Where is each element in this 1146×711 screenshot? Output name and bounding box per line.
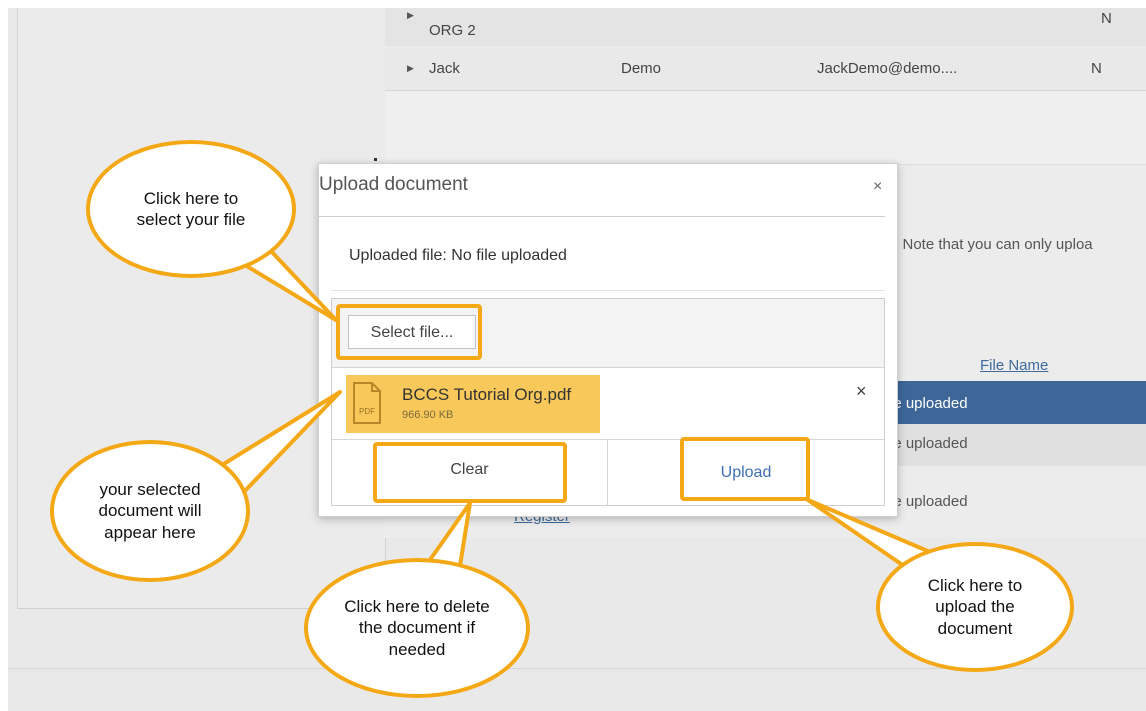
first-name-cell: Jack <box>429 60 460 77</box>
decorative-dot <box>374 158 377 161</box>
table-row[interactable]: ▶ ORG 2 N <box>385 8 1146 46</box>
table-cell: le uploaded <box>890 435 968 452</box>
pdf-file-icon: PDF <box>353 382 381 424</box>
last-name-cell: Demo <box>621 60 662 77</box>
callout-text: Click here to upload the document <box>927 576 1023 638</box>
highlight-clear <box>373 442 567 503</box>
email-cell: JackDemo@demo.... <box>817 60 958 77</box>
highlight-select-file <box>336 304 482 360</box>
upload-note-text: t. Note that you can only uploa <box>890 236 1093 253</box>
file-size: 966.90 KB <box>402 409 454 421</box>
expand-triangle-icon[interactable]: ▶ <box>407 63 414 74</box>
file-name: BCCS Tutorial Org.pdf <box>402 385 572 404</box>
table-row[interactable]: ▶ Jack Demo JackDemo@demo.... N <box>385 48 1146 91</box>
callout-text: your selected document will appear here <box>98 480 202 542</box>
status-divider <box>331 290 885 291</box>
callout-selected-document: your selected document will appear here <box>50 440 250 582</box>
uploaded-file-status: Uploaded file: No file uploaded <box>349 247 567 264</box>
callout-upload-document: Click here to upload the document <box>876 542 1074 672</box>
callout-clear-document: Click here to delete the document if nee… <box>304 558 530 698</box>
section-strip <box>385 92 1146 165</box>
highlight-upload <box>680 437 810 501</box>
callout-select-file: Click here to select your file <box>86 140 296 278</box>
expand-triangle-icon[interactable]: ▶ <box>407 10 414 21</box>
dialog-title: Upload document <box>319 174 468 195</box>
flag-cell: N <box>1091 60 1102 77</box>
selected-file-item: PDF BCCS Tutorial Org.pdf 966.90 KB <box>346 375 600 433</box>
callout-text: Click here to select your file <box>136 188 246 229</box>
table-cell: le uploaded <box>890 395 968 412</box>
flag-cell: N <box>1101 10 1112 27</box>
remove-file-icon[interactable]: × <box>856 381 867 402</box>
header-divider <box>319 216 885 217</box>
pdf-icon-label: PDF <box>359 407 375 416</box>
first-name-cell: ORG 2 <box>429 22 476 39</box>
close-icon[interactable]: × <box>873 178 882 196</box>
table-cell: le uploaded <box>890 493 968 510</box>
callout-text: Click here to delete the document if nee… <box>344 597 490 659</box>
file-name-column-header[interactable]: File Name <box>980 357 1048 374</box>
